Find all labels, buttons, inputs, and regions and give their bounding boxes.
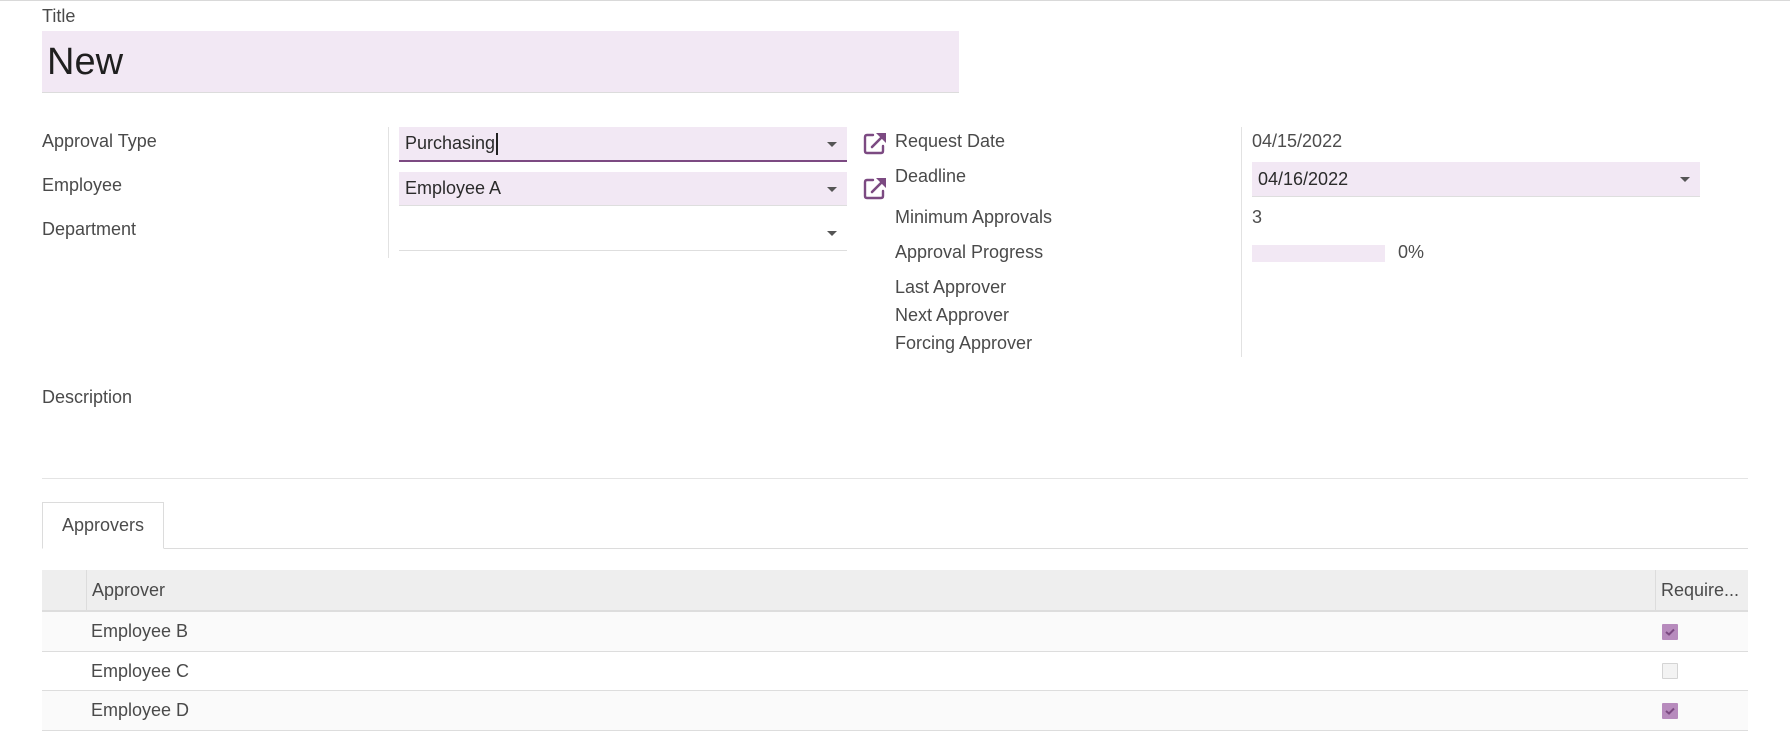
approver-cell: Employee D — [91, 700, 190, 720]
request-date-value: 04/15/2022 — [1252, 131, 1343, 151]
column-header-approver[interactable]: Approver — [92, 570, 165, 610]
approval-progress-label: Approval Progress — [895, 242, 1044, 262]
deadline-value: 04/16/2022 — [1258, 168, 1349, 189]
employee-label: Employee — [42, 175, 123, 195]
department-label: Department — [42, 219, 137, 239]
title-input[interactable]: New — [42, 31, 959, 93]
caret-down-icon[interactable] — [1680, 177, 1690, 182]
last-approver-label: Last Approver — [895, 277, 1007, 297]
next-approver-label: Next Approver — [895, 305, 1010, 325]
external-link-icon[interactable] — [862, 175, 888, 201]
approval-type-value: Purchasing — [405, 133, 496, 153]
text-cursor — [496, 132, 499, 155]
deadline-label: Deadline — [895, 166, 967, 186]
forcing-approver-label: Forcing Approver — [895, 333, 1033, 353]
description-label: Description — [42, 387, 133, 407]
table-row[interactable]: Employee D — [42, 691, 1748, 731]
tab-bar-line — [42, 548, 1748, 549]
check-icon — [1665, 628, 1675, 636]
description-separator — [42, 478, 1748, 479]
approvers-table-header: Approver Require... — [42, 570, 1748, 612]
column-divider — [86, 570, 87, 610]
description-field[interactable] — [42, 415, 1748, 470]
department-select[interactable] — [399, 216, 847, 251]
minimum-approvals-label: Minimum Approvals — [895, 207, 1053, 227]
request-date-label: Request Date — [895, 131, 1006, 151]
required-checkbox[interactable] — [1662, 663, 1678, 679]
table-row[interactable]: Employee B — [42, 612, 1748, 652]
column-divider — [1655, 570, 1656, 610]
caret-down-icon[interactable] — [827, 231, 837, 236]
employee-value: Employee A — [405, 178, 502, 198]
tab-approvers-label: Approvers — [61, 515, 145, 535]
required-checkbox[interactable] — [1662, 623, 1678, 640]
title-value: New — [47, 41, 124, 83]
employee-select[interactable]: Employee A — [399, 172, 847, 206]
table-row[interactable]: Employee C — [42, 652, 1748, 691]
tab-approvers[interactable]: Approvers — [42, 502, 164, 549]
approval-progress-bar — [1252, 245, 1385, 262]
approval-type-select[interactable]: Purchasing — [399, 127, 847, 162]
top-border — [0, 0, 1790, 1]
external-link-icon[interactable] — [862, 130, 888, 156]
caret-down-icon[interactable] — [827, 141, 837, 147]
approval-type-label: Approval Type — [42, 131, 157, 151]
check-icon — [1665, 707, 1675, 715]
deadline-input[interactable]: 04/16/2022 — [1252, 162, 1700, 197]
approval-progress-value: 0% — [1398, 242, 1425, 262]
caret-down-icon[interactable] — [827, 186, 837, 192]
minimum-approvals-value: 3 — [1252, 207, 1263, 227]
right-group-divider — [1241, 127, 1242, 357]
left-group-divider — [388, 127, 389, 258]
column-header-required[interactable]: Require... — [1661, 570, 1739, 610]
approver-cell: Employee C — [91, 660, 190, 681]
title-label: Title — [42, 6, 76, 26]
required-checkbox[interactable] — [1662, 702, 1678, 719]
approver-cell: Employee B — [91, 621, 189, 641]
